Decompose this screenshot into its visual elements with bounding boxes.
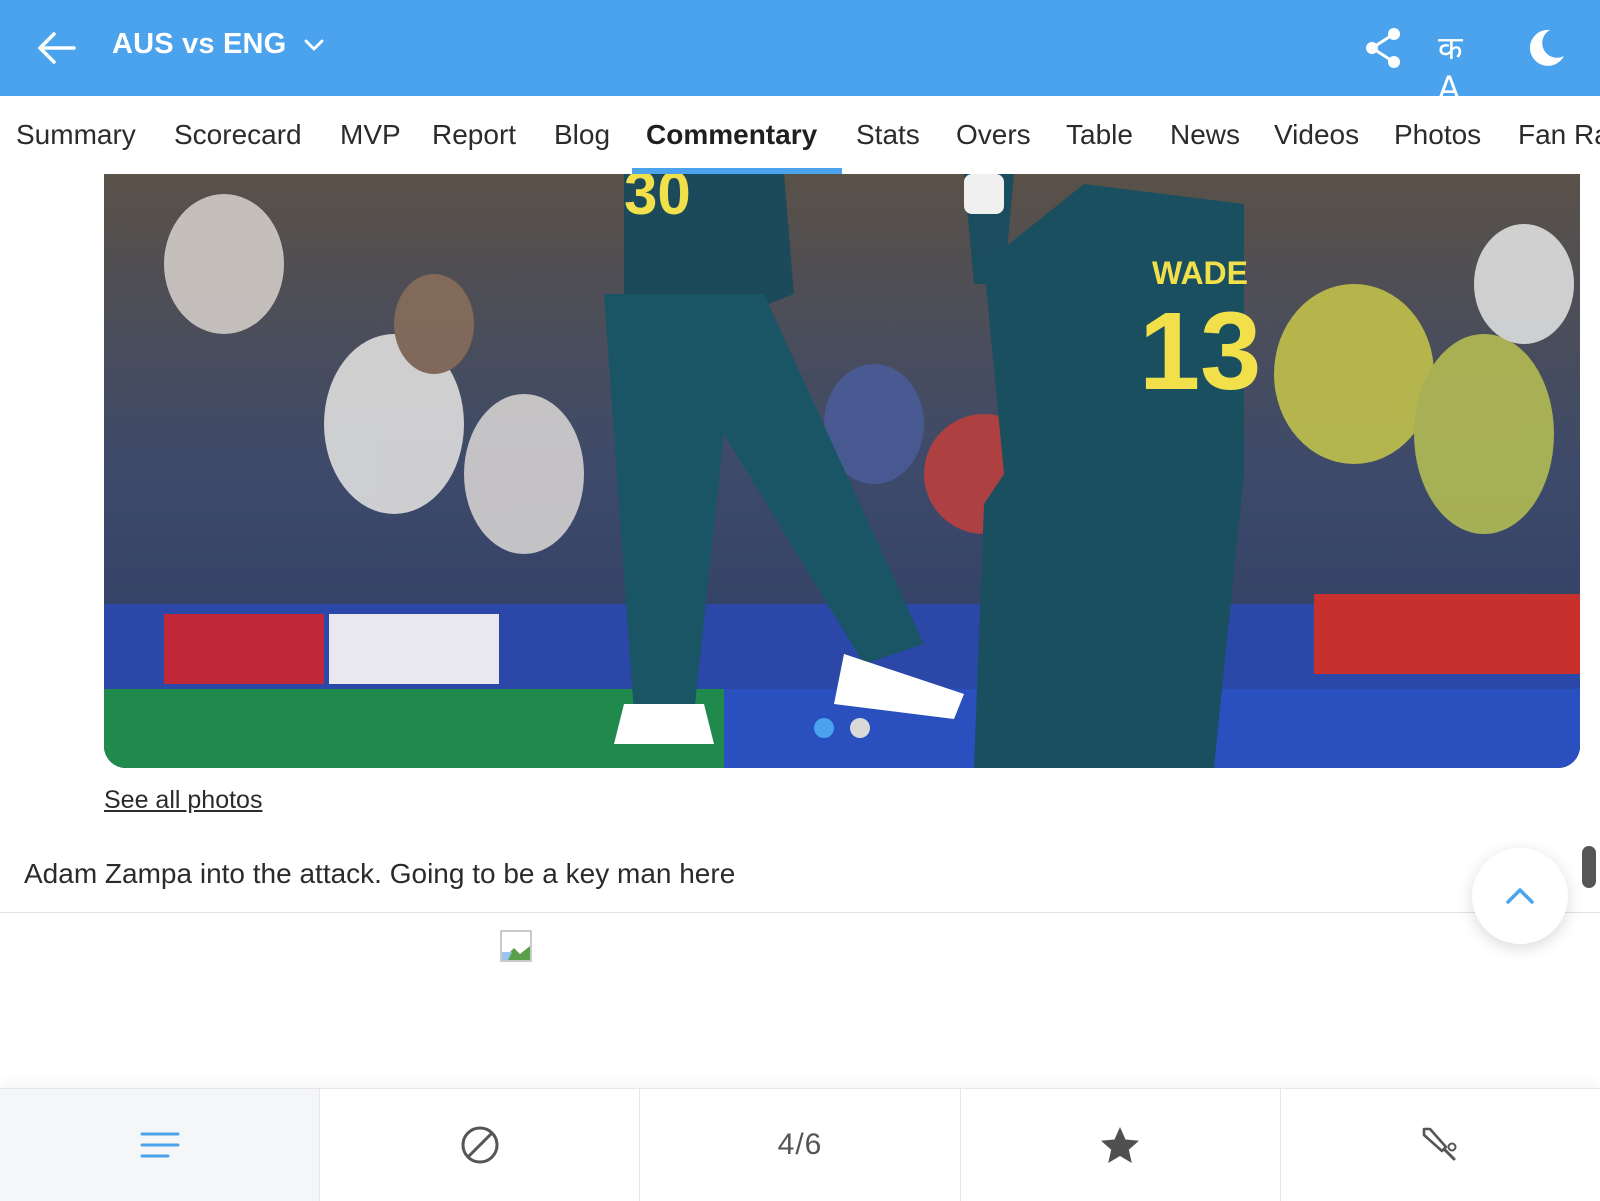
tab-videos[interactable]: Videos xyxy=(1274,96,1359,174)
tab-fan-ra[interactable]: Fan Ra xyxy=(1518,96,1600,174)
photo-carousel[interactable]: 30 WADE 13 xyxy=(104,174,1580,768)
top-app-bar: AUS vs ENG क A xyxy=(0,0,1600,107)
commentary-text: Adam Zampa into the attack. Going to be … xyxy=(24,858,736,889)
menu-lines-icon xyxy=(140,1132,180,1158)
star-icon xyxy=(1101,1127,1140,1163)
carousel-dots xyxy=(104,718,1580,738)
dark-mode-icon[interactable] xyxy=(1524,26,1568,70)
tab-table[interactable]: Table xyxy=(1066,96,1133,174)
tab-scorecard[interactable]: Scorecard xyxy=(174,96,302,174)
tab-summary[interactable]: Summary xyxy=(16,96,136,174)
svg-text:30: 30 xyxy=(624,174,691,227)
chevron-up-icon xyxy=(1506,888,1534,904)
overs-count: 4/6 xyxy=(777,1128,823,1161)
language-icon[interactable]: क A xyxy=(1438,28,1490,107)
carousel-dot[interactable] xyxy=(814,718,834,738)
scroll-to-top-button[interactable] xyxy=(1472,848,1568,944)
tab-news[interactable]: News xyxy=(1170,96,1240,174)
jersey-number: 13 xyxy=(1139,290,1261,413)
match-tabs: Summary Scorecard MVP Report Blog Commentary S… xyxy=(0,96,1600,174)
tab-commentary[interactable]: Commentary xyxy=(646,96,817,174)
bottom-navigation: 4/6 xyxy=(0,1088,1600,1201)
share-icon[interactable] xyxy=(1362,26,1404,70)
carousel-dot[interactable] xyxy=(850,718,870,738)
cricket-bat-icon xyxy=(1423,1127,1457,1161)
match-selector[interactable]: AUS vs ENG xyxy=(112,28,326,61)
see-all-photos-link[interactable]: See all photos xyxy=(104,786,262,815)
tab-blog[interactable]: Blog xyxy=(554,96,610,174)
ball-icon xyxy=(461,1126,499,1164)
tab-stats[interactable]: Stats xyxy=(856,96,920,174)
overs-count-button[interactable]: 4/6 xyxy=(639,1089,959,1201)
divider xyxy=(0,912,1600,913)
back-arrow-icon[interactable] xyxy=(34,28,78,68)
tab-photos[interactable]: Photos xyxy=(1394,96,1481,174)
ball-by-ball-button[interactable] xyxy=(319,1089,639,1201)
chevron-down-icon xyxy=(305,39,324,50)
match-photo: 30 WADE 13 xyxy=(104,174,1580,768)
batting-button[interactable] xyxy=(1279,1089,1600,1201)
tab-overs[interactable]: Overs xyxy=(956,96,1031,174)
tab-mvp[interactable]: MVP xyxy=(340,96,401,174)
favourites-button[interactable] xyxy=(959,1089,1280,1201)
match-title: AUS vs ENG xyxy=(112,28,287,60)
commentary-menu-button[interactable] xyxy=(0,1089,320,1201)
broken-image-icon xyxy=(500,930,532,962)
scrollbar-thumb[interactable] xyxy=(1582,846,1596,888)
tab-report[interactable]: Report xyxy=(432,96,516,174)
jersey-name: WADE xyxy=(1152,255,1248,291)
